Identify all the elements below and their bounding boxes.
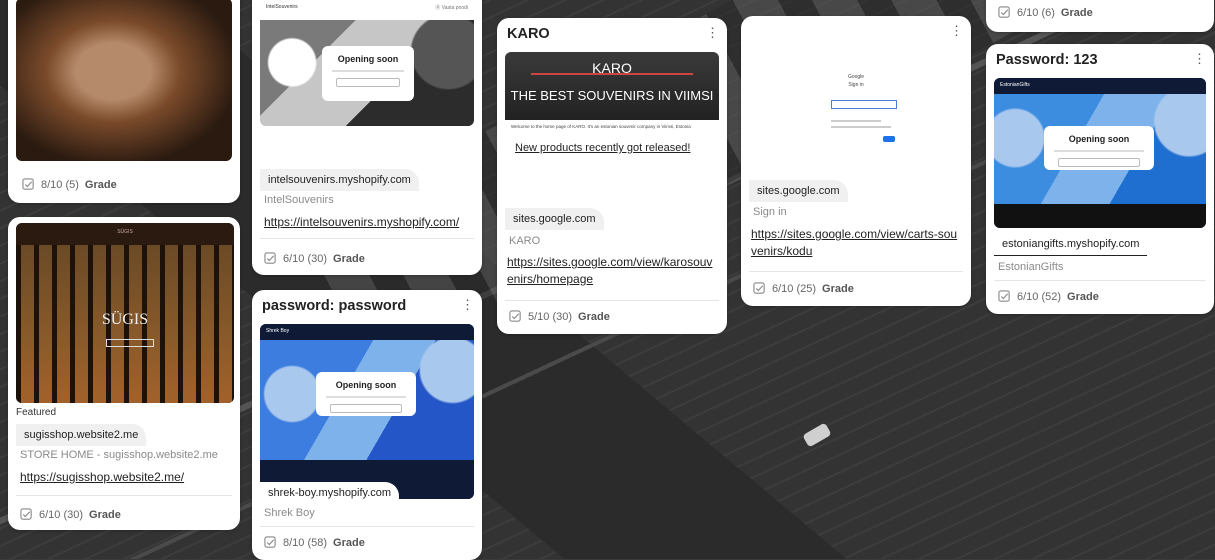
domain-pill: intelsouvenirs.myshopify.com [260, 169, 419, 191]
google-title: Google [847, 74, 865, 80]
banner-subtitle: THE BEST SOUVENIRS IN VIIMSI [510, 88, 714, 103]
site-link[interactable]: https://sugisshop.website2.me/ [20, 469, 184, 486]
announcement: New products recently got released! [515, 142, 691, 154]
grade-row: 8/10 (58) Grade [264, 536, 365, 549]
card-title: password: password [262, 298, 407, 314]
site-thumbnail[interactable]: SÜGIS SÜGIS [16, 223, 234, 403]
grade-label: Grade [333, 536, 365, 549]
site-title: Shrek Boy [264, 507, 315, 519]
grade-score: 6/10 (30) [283, 252, 328, 265]
site-link[interactable]: https://sites.google.com/view/karosouven… [507, 254, 717, 288]
site-thumbnail[interactable]: Shrek Boy Opening soon [260, 324, 474, 499]
thumb-header: SÜGIS [117, 229, 133, 235]
site-thumbnail[interactable]: EstonianGifts Opening soon [994, 78, 1206, 228]
grade-row: 6/10 (6) Grade [998, 6, 1093, 19]
grade-label: Grade [84, 178, 117, 191]
opening-soon-text: Opening soon [335, 380, 397, 390]
domain-pill: sites.google.com [505, 208, 604, 230]
portrait-thumbnail[interactable] [16, 0, 232, 161]
kebab-menu-icon[interactable]: ⋮ [461, 298, 474, 311]
welcome-text: Welcome to the home page of KARO. It's a… [511, 124, 691, 129]
car-shape [802, 422, 832, 448]
grade-score: 8/10 (58) [283, 536, 328, 549]
grade-row: 8/10 (5) Grade [22, 178, 117, 191]
divider [505, 300, 719, 301]
card-1[interactable]: 8/10 (5) Grade [8, 0, 240, 203]
thumb-header-left: EstonianGifts [1000, 82, 1030, 88]
card-3[interactable]: KARO ⋮ KARO THE BEST SOUVENIRS IN VIIMSI… [497, 18, 727, 334]
grade-row: 5/10 (30) Grade [509, 310, 610, 323]
thumb-header-right: Ⓡ Vaata poodi [435, 5, 468, 11]
kebab-menu-icon[interactable]: ⋮ [1193, 52, 1206, 65]
card-title: KARO [507, 26, 550, 42]
kebab-menu-icon[interactable]: ⋮ [950, 24, 963, 37]
grade-label: Grade [822, 282, 854, 295]
grade-label: Grade [578, 310, 610, 323]
card-6[interactable]: Password: 123 ⋮ EstonianGifts Opening so… [986, 44, 1214, 314]
divider [16, 495, 232, 496]
opening-soon-text: Opening soon [337, 54, 399, 64]
divider [994, 280, 1206, 281]
check-square-icon [998, 6, 1010, 18]
card-4[interactable]: ⋮ Google Sign in sites.google.com Sign i… [741, 16, 971, 306]
site-title: Sign in [753, 206, 787, 218]
featured-label: Featured [16, 407, 57, 418]
grade-row: 6/10 (30) Grade [264, 252, 365, 265]
site-link[interactable]: https://sites.google.com/view/carts-souv… [751, 226, 963, 260]
site-thumbnail[interactable]: KARO THE BEST SOUVENIRS IN VIIMSI Welcom… [505, 52, 719, 198]
card-5[interactable]: 6/10 (6) Grade [986, 0, 1214, 32]
opening-soon-box: Opening soon [322, 46, 414, 101]
site-title: EstonianGifts [998, 261, 1064, 273]
kebab-menu-icon[interactable]: ⋮ [706, 26, 719, 39]
check-square-icon [509, 310, 521, 322]
domain-pill: sugisshop.website2.me [16, 424, 147, 446]
grade-score: 6/10 (30) [39, 508, 84, 521]
grade-label: Grade [333, 252, 365, 265]
google-subtitle: Sign in [848, 82, 864, 88]
opening-soon-box: Opening soon [316, 372, 416, 416]
check-square-icon [264, 252, 276, 264]
check-square-icon [998, 290, 1010, 302]
grade-score: 8/10 (5) [41, 178, 79, 191]
grade-label: Grade [1060, 6, 1093, 19]
grade-label: Grade [89, 508, 121, 521]
grade-score: 6/10 (52) [1017, 290, 1062, 303]
banner-title: KARO [592, 60, 632, 76]
divider [260, 238, 474, 239]
grade-score: 6/10 (25) [772, 282, 817, 295]
domain-pill: estoniangifts.myshopify.com [994, 233, 1148, 256]
divider [260, 526, 474, 527]
site-thumbnail[interactable]: Google Sign in [749, 42, 963, 182]
domain-pill: sites.google.com [749, 180, 848, 202]
site-title: STORE HOME - sugisshop.website2.me [20, 449, 218, 461]
site-title: IntelSouvenirs [264, 194, 334, 206]
divider [749, 271, 963, 272]
site-title: KARO [509, 235, 541, 247]
check-square-icon [22, 178, 34, 190]
site-thumbnail[interactable]: IntelSouvenirs Ⓡ Vaata poodi Opening soo… [260, 0, 474, 126]
site-link[interactable]: https://intelsouvenirs.myshopify.com/ [264, 214, 459, 231]
opening-soon-box: Opening soon [1044, 126, 1154, 170]
grade-label: Grade [1067, 290, 1099, 303]
grade-row: 6/10 (25) Grade [753, 282, 854, 295]
check-square-icon [753, 282, 765, 294]
grade-row: 6/10 (30) Grade [20, 508, 121, 521]
check-square-icon [264, 536, 276, 548]
check-square-icon [20, 508, 32, 520]
grade-score: 6/10 (6) [1017, 6, 1055, 19]
grade-score: 5/10 (30) [528, 310, 573, 323]
card-8[interactable]: password: password ⋮ Shrek Boy Opening s… [252, 290, 482, 560]
thumb-header-left: Shrek Boy [266, 328, 290, 334]
card-7[interactable]: ⋮ SÜGIS SÜGIS Featured sugisshop.website… [8, 217, 240, 530]
card-2[interactable]: IntelSouvenirs Ⓡ Vaata poodi Opening soo… [252, 0, 482, 275]
opening-soon-text: Opening soon [1068, 134, 1130, 144]
card-title: Password: 123 [996, 52, 1098, 68]
hero-title: SÜGIS [101, 311, 149, 328]
thumb-header-left: IntelSouvenirs [266, 4, 298, 10]
domain-pill: shrek-boy.myshopify.com [260, 482, 400, 504]
grade-row: 6/10 (52) Grade [998, 290, 1099, 303]
